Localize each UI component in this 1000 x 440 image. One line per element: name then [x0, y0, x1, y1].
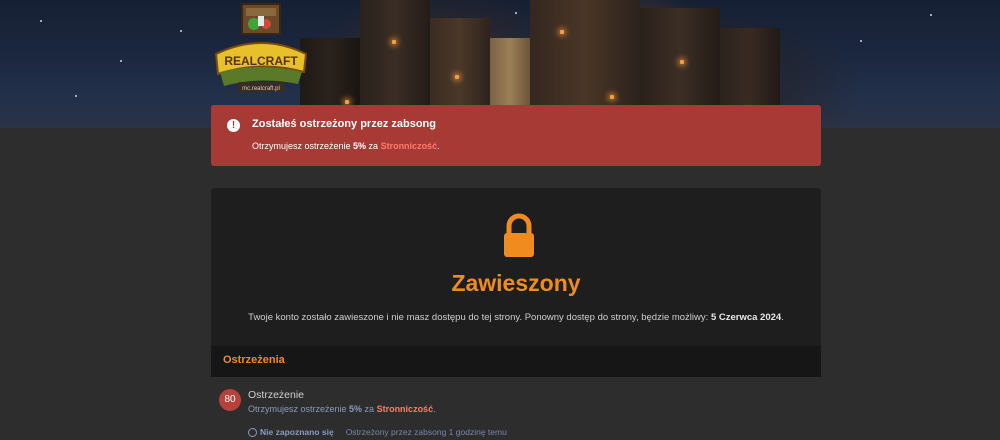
- alert-percent: 5%: [353, 141, 367, 151]
- warning-percent: 5%: [349, 404, 363, 414]
- svg-text:REALCRAFT: REALCRAFT: [224, 54, 298, 68]
- alert-text-prefix: Otrzymujesz ostrzeżenie: [252, 141, 354, 151]
- suspension-card: Zawieszony Twoje konto zostało zawieszon…: [211, 188, 821, 346]
- warning-title[interactable]: Ostrzeżenie: [248, 389, 304, 401]
- warning-alert: ! Zostałeś ostrzeżony przez zabsong Otrz…: [211, 105, 821, 166]
- alert-reason-link[interactable]: Stronniczość: [381, 141, 438, 151]
- suspension-title: Zawieszony: [451, 270, 581, 296]
- warning-desc-prefix: Otrzymujesz ostrzeżenie: [248, 404, 350, 414]
- warning-points-badge: 80: [219, 389, 241, 411]
- suspension-date: 5 Czerwca 2024: [710, 312, 782, 323]
- warning-desc-suffix: .: [433, 404, 436, 414]
- warning-desc-mid: za: [362, 404, 377, 414]
- warning-description: Otrzymujesz ostrzeżenie 5% za Stronniczo…: [248, 404, 436, 414]
- realcraft-logo[interactable]: REALCRAFT mc.realcraft.pl: [212, 2, 310, 94]
- exclamation-circle-icon: !: [227, 119, 240, 132]
- alert-title: Zostałeś ostrzeżony przez zabsong: [252, 118, 436, 130]
- circle-icon: [248, 428, 257, 437]
- warnings-header: Ostrzeżenia: [211, 346, 821, 377]
- alert-message: Otrzymujesz ostrzeżenie 5% za Stronniczo…: [252, 141, 440, 151]
- svg-text:mc.realcraft.pl: mc.realcraft.pl: [242, 86, 280, 92]
- warning-reason-link[interactable]: Stronniczość: [377, 404, 434, 414]
- suspension-message: Twoje konto zostało zawieszone i nie mas…: [211, 312, 821, 323]
- alert-text-suffix: .: [437, 141, 440, 151]
- warning-status-label[interactable]: Nie zapoznano się: [260, 427, 334, 437]
- lock-icon: [504, 213, 534, 257]
- alert-text-mid: za: [366, 141, 381, 151]
- warning-meta: Ostrzeżony przez zabsong 1 godzinę temu: [345, 427, 507, 437]
- suspension-date-suffix: .: [781, 312, 784, 323]
- suspension-text: Twoje konto zostało zawieszone i nie mas…: [248, 312, 709, 323]
- warning-status: Nie zapoznano się Ostrzeżony przez zabson…: [248, 427, 507, 437]
